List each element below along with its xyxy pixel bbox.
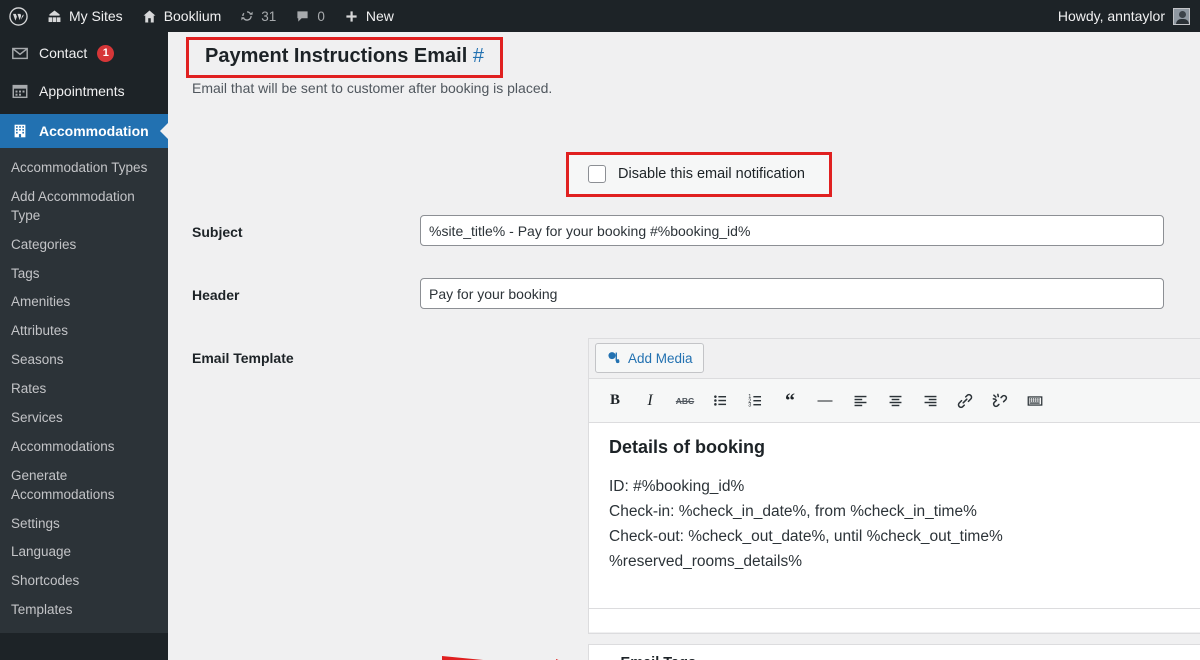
- home-icon: [143, 10, 156, 22]
- bold-icon[interactable]: B: [603, 389, 627, 413]
- admin-bar-comments-count: 0: [317, 8, 325, 24]
- plus-icon: [346, 10, 357, 22]
- editor-heading: Details of booking: [609, 437, 766, 457]
- blockquote-icon[interactable]: “: [778, 389, 802, 413]
- unlink-icon[interactable]: [988, 389, 1012, 413]
- sidebar-item-appointments-label: Appointments: [39, 83, 125, 99]
- disable-notification-row[interactable]: Disable this email notification: [588, 165, 805, 183]
- add-media-button[interactable]: Add Media: [595, 343, 704, 373]
- wordpress-logo-icon: [9, 6, 28, 26]
- editor-status-bar: [589, 608, 1200, 632]
- my-sites-icon: [48, 10, 61, 22]
- admin-sidebar-menu: Contact 1 Appointments Accommodation Acc…: [0, 32, 168, 660]
- building-icon: [14, 124, 26, 138]
- admin-bar-site-name-label: Booklium: [163, 8, 222, 24]
- media-icon: [608, 352, 620, 364]
- align-left-icon[interactable]: [848, 389, 872, 413]
- sidebar-submenu-add-accommodation-type[interactable]: Add Accommodation Type: [0, 183, 168, 231]
- insert-link-icon[interactable]: [953, 389, 977, 413]
- comments-icon: [297, 10, 308, 22]
- sidebar-submenu-settings[interactable]: Settings: [0, 510, 168, 539]
- page-title-text: Payment Instructions Email: [205, 45, 468, 67]
- editor-content-text: Details of booking ID: #%booking_id% Che…: [589, 423, 1200, 588]
- strikethrough-icon[interactable]: ABC: [673, 389, 697, 413]
- status-badge: 1: [97, 44, 115, 62]
- admin-bar-updates[interactable]: 31: [230, 0, 285, 32]
- sidebar-item-accommodation[interactable]: Accommodation: [0, 114, 168, 148]
- editor-line-2: Check-in: %check_in_date%, from %check_i…: [609, 503, 977, 520]
- sidebar-submenu-services[interactable]: Services: [0, 404, 168, 433]
- editor-line-1: ID: #%booking_id%: [609, 478, 745, 495]
- add-media-label: Add Media: [628, 350, 693, 366]
- sidebar-submenu-amenities[interactable]: Amenities: [0, 288, 168, 317]
- disable-notification-label: Disable this email notification: [618, 166, 805, 182]
- header-label: Header: [192, 287, 240, 303]
- toolbar-toggle-icon[interactable]: [1023, 389, 1047, 413]
- page-title-anchor-link[interactable]: #: [473, 45, 484, 67]
- align-center-icon[interactable]: [883, 389, 907, 413]
- calendar-icon: [12, 84, 28, 99]
- admin-bar-my-sites-label: My Sites: [69, 8, 123, 24]
- sidebar-item-appointments[interactable]: Appointments: [0, 74, 168, 108]
- page-title: Payment Instructions Email #: [205, 45, 484, 68]
- sidebar-submenu-rates[interactable]: Rates: [0, 375, 168, 404]
- sidebar-submenu-templates[interactable]: Templates: [0, 596, 168, 625]
- sidebar-item-contact-label: Contact: [39, 45, 88, 61]
- envelope-icon: [12, 47, 28, 60]
- admin-bar-updates-count: 31: [261, 8, 277, 24]
- horizontal-rule-icon[interactable]: —: [813, 389, 837, 413]
- email-template-label: Email Template: [192, 350, 294, 366]
- editor-top-bar: Add Media Visual Text: [589, 339, 1200, 379]
- disable-notification-checkbox[interactable]: [588, 165, 606, 183]
- sidebar-submenu-generate-accommodations[interactable]: Generate Accommodations: [0, 462, 168, 510]
- sidebar-submenu-accommodations[interactable]: Accommodations: [0, 433, 168, 462]
- page-title-annotation-box: Payment Instructions Email #: [186, 37, 503, 78]
- bullet-list-icon[interactable]: [708, 389, 732, 413]
- admin-bar-site-name[interactable]: Booklium: [132, 0, 231, 32]
- admin-bar-comments[interactable]: 0: [285, 0, 334, 32]
- admin-bar-my-sites[interactable]: My Sites: [37, 0, 132, 32]
- accommodation-submenu: Accommodation Types Add Accommodation Ty…: [0, 148, 168, 634]
- email-template-editor: Add Media Visual Text B I ABC: [588, 338, 1200, 634]
- admin-bar-greeting: Howdy, anntaylor: [1057, 8, 1165, 24]
- avatar: [1173, 7, 1190, 25]
- header-input[interactable]: [420, 278, 1164, 309]
- sidebar-item-accommodation-label: Accommodation: [39, 123, 149, 139]
- wordpress-admin-screen: My Sites Booklium 31 0 New Howdy, anntay…: [0, 0, 1200, 660]
- sidebar-submenu-language[interactable]: Language: [0, 538, 168, 567]
- numbered-list-icon[interactable]: 1 2 3: [743, 389, 767, 413]
- subject-label: Subject: [192, 224, 243, 240]
- email-tags-accordion[interactable]: ▸ Email Tags: [588, 644, 1200, 660]
- admin-bar-my-account[interactable]: Howdy, anntaylor: [1057, 7, 1200, 25]
- sidebar-submenu-attributes[interactable]: Attributes: [0, 317, 168, 346]
- subject-input[interactable]: [420, 215, 1164, 246]
- sidebar-submenu-shortcodes[interactable]: Shortcodes: [0, 567, 168, 596]
- main-content-area: Payment Instructions Email # Email that …: [168, 32, 1200, 660]
- admin-bar-new-content[interactable]: New: [334, 0, 403, 32]
- editor-line-4: %reserved_rooms_details%: [609, 553, 802, 570]
- admin-bar-new-label: New: [365, 8, 394, 24]
- page-description: Email that will be sent to customer afte…: [192, 80, 553, 96]
- editor-toolbar: B I ABC 1 2 3 “ —: [589, 379, 1200, 423]
- sidebar-submenu-seasons[interactable]: Seasons: [0, 346, 168, 375]
- admin-bar: My Sites Booklium 31 0 New Howdy, anntay…: [0, 0, 1200, 32]
- sidebar-submenu-accommodation-types[interactable]: Accommodation Types: [0, 154, 168, 183]
- italic-icon[interactable]: I: [638, 389, 662, 413]
- sidebar-submenu-categories[interactable]: Categories: [0, 231, 168, 260]
- align-right-icon[interactable]: [918, 389, 942, 413]
- updates-icon: [241, 11, 253, 21]
- email-tags-arrow-annotation: [440, 650, 588, 660]
- sidebar-item-contact[interactable]: Contact 1: [0, 36, 168, 70]
- svg-text:3: 3: [748, 402, 751, 408]
- sidebar-submenu-tags[interactable]: Tags: [0, 260, 168, 289]
- editor-line-3: Check-out: %check_out_date%, until %chec…: [609, 528, 1003, 545]
- email-tags-label: Email Tags: [621, 655, 696, 660]
- wordpress-logo-button[interactable]: [0, 0, 37, 32]
- editor-content-area[interactable]: Details of booking ID: #%booking_id% Che…: [589, 423, 1200, 608]
